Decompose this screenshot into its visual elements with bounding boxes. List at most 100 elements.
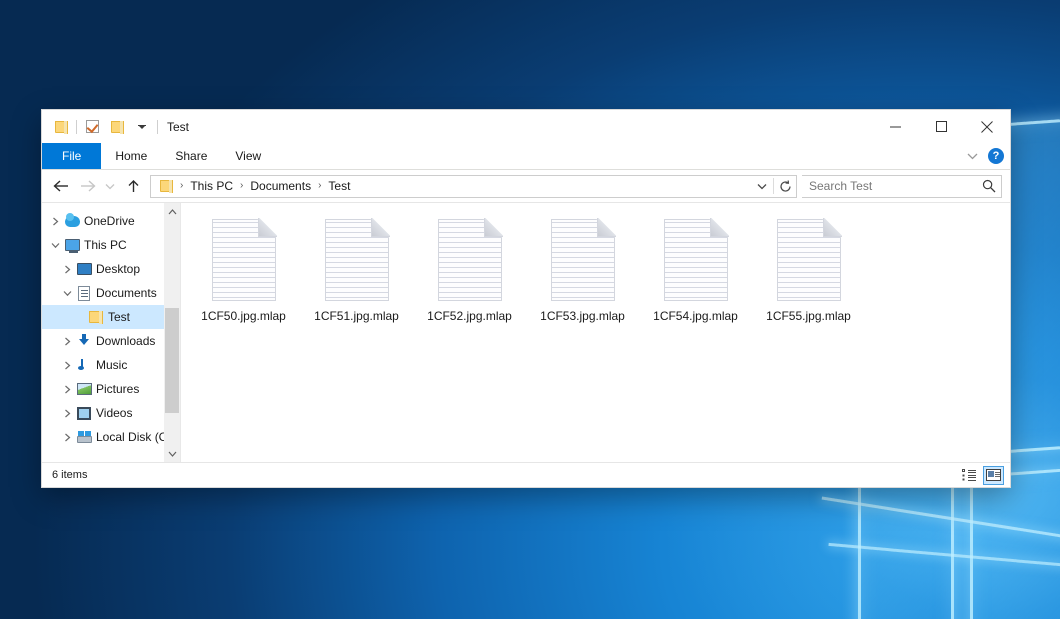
chevron-right-icon[interactable] [59, 329, 75, 353]
window-title: Test [167, 120, 189, 134]
up-button[interactable] [120, 173, 146, 199]
generic-document-icon [212, 219, 276, 301]
toolbar-separator-2 [157, 120, 158, 134]
chevron-down-icon[interactable] [47, 233, 63, 257]
sidebar-item-onedrive[interactable]: OneDrive [42, 209, 180, 233]
file-item[interactable]: 1CF50.jpg.mlap [187, 215, 300, 339]
forward-button[interactable] [74, 173, 100, 199]
sidebar-label-this-pc: This PC [81, 238, 127, 252]
sidebar-item-test[interactable]: Test [42, 305, 180, 329]
details-view-button[interactable] [958, 466, 979, 485]
minimize-button[interactable] [872, 110, 918, 143]
sidebar-label-videos: Videos [93, 406, 132, 420]
file-item[interactable]: 1CF54.jpg.mlap [639, 215, 752, 339]
title-bar[interactable]: Test [42, 110, 1010, 143]
chevron-down-icon[interactable] [967, 152, 978, 160]
chevron-right-icon[interactable] [59, 377, 75, 401]
file-name: 1CF50.jpg.mlap [201, 309, 286, 323]
search-box[interactable] [802, 175, 1002, 198]
quick-access-toolbar[interactable] [42, 110, 158, 143]
search-icon[interactable] [977, 176, 1001, 197]
file-item[interactable]: 1CF52.jpg.mlap [413, 215, 526, 339]
file-name: 1CF55.jpg.mlap [766, 309, 851, 323]
sidebar-label-test: Test [105, 310, 130, 324]
downloads-icon [75, 329, 93, 353]
customize-caret-icon[interactable] [132, 117, 152, 137]
explorer-body: OneDrive This PC Desktop [42, 202, 1010, 462]
item-count-text: 6 items [52, 469, 87, 481]
sidebar-item-desktop[interactable]: Desktop [42, 257, 180, 281]
pictures-icon [75, 377, 93, 401]
close-button[interactable] [964, 110, 1010, 143]
sidebar-label-local-disk: Local Disk (C:) [93, 430, 175, 444]
new-folder-icon[interactable] [107, 117, 127, 137]
breadcrumb-separator-0: › [176, 181, 187, 191]
chevron-right-icon[interactable] [47, 209, 63, 233]
sidebar-item-downloads[interactable]: Downloads [42, 329, 180, 353]
chevron-right-icon[interactable] [59, 401, 75, 425]
scroll-down-icon[interactable] [164, 445, 180, 462]
properties-icon[interactable] [82, 117, 102, 137]
view-mode-buttons [958, 466, 1004, 485]
recent-locations-chevron-icon[interactable] [100, 173, 120, 199]
breadcrumb-item-test[interactable]: Test [325, 179, 353, 193]
breadcrumb-bar[interactable]: › This PC › Documents › Test [150, 175, 797, 198]
refresh-icon[interactable] [774, 176, 796, 197]
sidebar-label-pictures: Pictures [93, 382, 139, 396]
onedrive-icon [63, 209, 81, 233]
breadcrumb-separator-2: › [314, 181, 325, 191]
tab-file[interactable]: File [42, 143, 101, 169]
previous-locations-chevron-icon[interactable] [751, 176, 773, 197]
chevron-right-icon[interactable] [59, 425, 75, 449]
generic-document-icon [438, 219, 502, 301]
sidebar-item-music[interactable]: Music [42, 353, 180, 377]
sidebar-label-documents: Documents [93, 286, 157, 300]
breadcrumb-item-this-pc[interactable]: This PC [187, 179, 236, 193]
sidebar-item-this-pc[interactable]: This PC [42, 233, 180, 257]
generic-document-icon [325, 219, 389, 301]
file-item[interactable]: 1CF55.jpg.mlap [752, 215, 865, 339]
breadcrumb[interactable]: › This PC › Documents › Test [151, 176, 751, 196]
status-bar: 6 items [42, 462, 1010, 487]
back-button[interactable] [48, 173, 74, 199]
address-bar: › This PC › Documents › Test [42, 170, 1010, 202]
sidebar-item-pictures[interactable]: Pictures [42, 377, 180, 401]
windows-logo-pane-bottom-right [970, 464, 1060, 619]
toolbar-separator-1 [76, 120, 77, 134]
documents-icon [75, 281, 93, 305]
ribbon-right-controls: ? [967, 143, 1004, 169]
breadcrumb-folder-icon [156, 176, 176, 196]
navigation-tree: OneDrive This PC Desktop [42, 203, 180, 449]
folder-icon[interactable] [51, 117, 71, 137]
sidebar-item-videos[interactable]: Videos [42, 401, 180, 425]
sidebar-item-local-disk[interactable]: Local Disk (C:) [42, 425, 180, 449]
chevron-right-icon[interactable] [59, 257, 75, 281]
tab-home[interactable]: Home [101, 143, 161, 169]
file-item[interactable]: 1CF51.jpg.mlap [300, 215, 413, 339]
disk-icon [75, 425, 93, 449]
sidebar-item-documents[interactable]: Documents [42, 281, 180, 305]
navigation-scrollbar[interactable] [164, 203, 180, 462]
tab-view[interactable]: View [221, 143, 275, 169]
breadcrumb-item-documents[interactable]: Documents [247, 179, 314, 193]
scroll-up-icon[interactable] [164, 203, 180, 220]
search-input[interactable] [802, 178, 977, 194]
file-list-view[interactable]: 1CF50.jpg.mlap 1CF51.jpg.mlap 1CF52.jpg.… [180, 203, 1010, 462]
file-item[interactable]: 1CF53.jpg.mlap [526, 215, 639, 339]
chevron-right-icon[interactable] [59, 353, 75, 377]
ribbon-tab-bar: File Home Share View ? [42, 143, 1010, 170]
file-name: 1CF51.jpg.mlap [314, 309, 399, 323]
chevron-down-icon[interactable] [59, 281, 75, 305]
help-icon[interactable]: ? [988, 148, 1004, 164]
file-name: 1CF52.jpg.mlap [427, 309, 512, 323]
generic-document-icon [777, 219, 841, 301]
tab-share[interactable]: Share [161, 143, 221, 169]
scrollbar-track[interactable] [164, 220, 180, 445]
file-name: 1CF54.jpg.mlap [653, 309, 738, 323]
sidebar-label-onedrive: OneDrive [81, 214, 135, 228]
generic-document-icon [551, 219, 615, 301]
large-icons-view-button[interactable] [983, 466, 1004, 485]
desktop-icon [75, 257, 93, 281]
scrollbar-thumb[interactable] [165, 308, 179, 413]
maximize-button[interactable] [918, 110, 964, 143]
